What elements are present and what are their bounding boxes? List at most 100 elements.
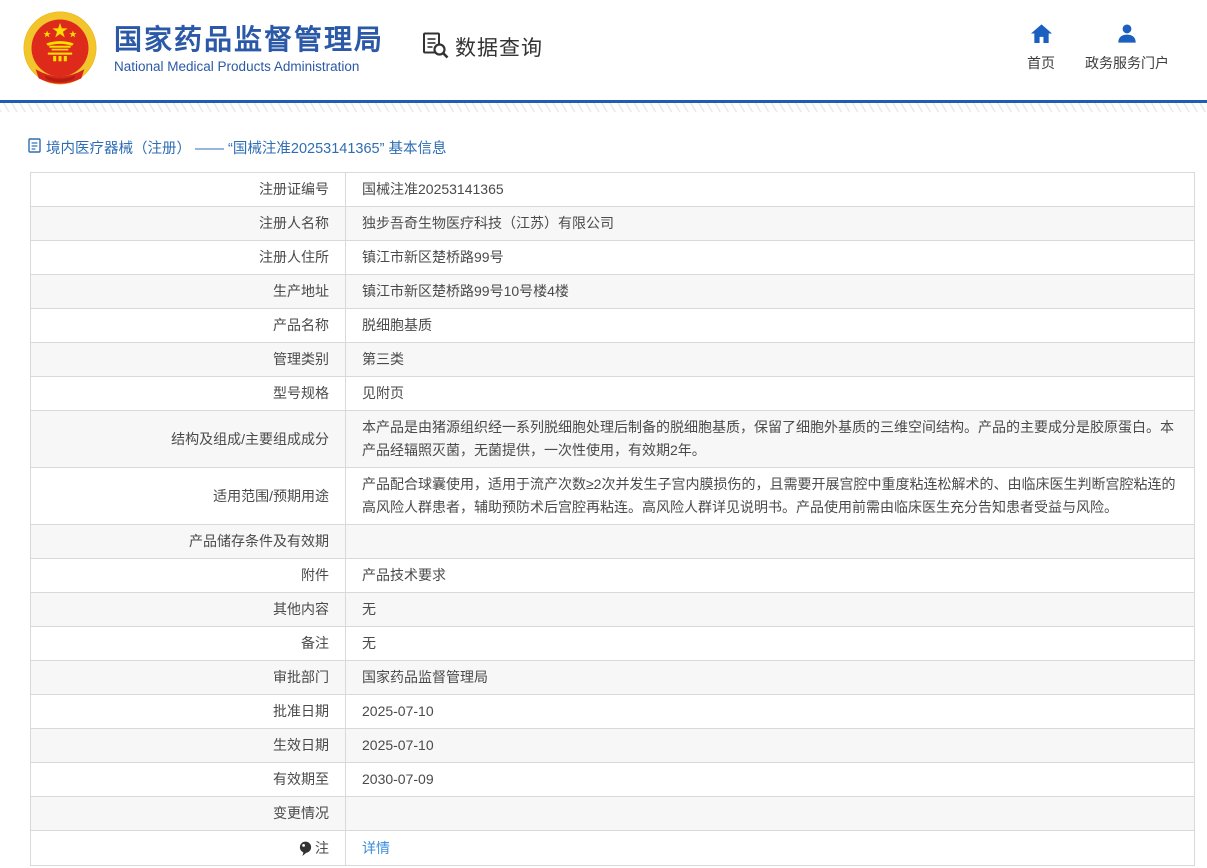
table-row: 结构及组成/主要组成成分 本产品是由猪源组织经一系列脱细胞处理后制备的脱细胞基质，… [31, 411, 1194, 468]
nav-item-portal-label: 政务服务门户 [1085, 53, 1169, 73]
row-value: 镇江市新区楚桥路99号10号楼4楼 [346, 275, 1194, 308]
table-row: 产品储存条件及有效期 [31, 525, 1194, 559]
hatch-band [0, 103, 1207, 112]
detail-link[interactable]: 详情 [362, 837, 390, 860]
row-value: 见附页 [346, 377, 1194, 410]
table-row: 产品名称 脱细胞基质 [31, 309, 1194, 343]
table-row: 备注无 [31, 627, 1194, 661]
row-label-text: 注册人名称 [259, 212, 329, 235]
row-value: 2025-07-10 [346, 729, 1194, 762]
table-row: 型号规格 见附页 [31, 377, 1194, 411]
row-label-text: 产品名称 [273, 314, 329, 337]
row-label-text: 生效日期 [273, 734, 329, 757]
table-row: 附件 产品技术要求 [31, 559, 1194, 593]
nav-item-home-label: 首页 [1027, 53, 1055, 73]
row-value-text: 镇江市新区楚桥路99号10号楼4楼 [362, 280, 569, 303]
row-value-text: 见附页 [362, 382, 404, 405]
row-value: 脱细胞基质 [346, 309, 1194, 342]
row-value-text: 国家药品监督管理局 [362, 666, 488, 689]
row-value-text: 2025-07-10 [362, 700, 434, 723]
row-value-text: 国械注准20253141365 [362, 178, 504, 201]
data-query-title: 数据查询 [422, 31, 543, 64]
site-header: 国家药品监督管理局 National Medical Products Admi… [0, 0, 1207, 100]
row-value: 产品配合球囊使用，适用于流产次数≥2次并发生子宫内膜损伤的，且需要开展宫腔中重度… [346, 468, 1194, 524]
table-row: 审批部门 国家药品监督管理局 [31, 661, 1194, 695]
row-label: 产品名称 [31, 309, 346, 342]
row-label: 附件 [31, 559, 346, 592]
row-value: 无 [346, 627, 1194, 660]
org-name-cn: 国家药品监督管理局 [114, 23, 384, 57]
row-label-text: 变更情况 [273, 802, 329, 825]
table-row: 有效期至 2030-07-09 [31, 763, 1194, 797]
row-value-text: 无 [362, 632, 376, 655]
nav-item-home[interactable]: 首页 [1027, 23, 1055, 73]
row-label: 注册人住所 [31, 241, 346, 274]
row-value-text: 产品技术要求 [362, 564, 446, 587]
nmpa-logo-link[interactable]: 国家药品监督管理局 National Medical Products Admi… [22, 10, 384, 91]
row-label: 型号规格 [31, 377, 346, 410]
row-value [346, 525, 1194, 558]
row-label: 变更情况 [31, 797, 346, 830]
page-icon [28, 138, 41, 158]
row-label: 备注 [31, 627, 346, 660]
table-row: 批准日期 2025-07-10 [31, 695, 1194, 729]
row-value: 国械注准20253141365 [346, 173, 1194, 206]
table-row: 变更情况 [31, 797, 1194, 831]
row-label-text: 管理类别 [273, 348, 329, 371]
table-row: 适用范围/预期用途产品配合球囊使用，适用于流产次数≥2次并发生子宫内膜损伤的，且… [31, 468, 1194, 525]
row-label: 生效日期 [31, 729, 346, 762]
row-value: 镇江市新区楚桥路99号 [346, 241, 1194, 274]
row-value: 2030-07-09 [346, 763, 1194, 796]
table-row: 生产地址 镇江市新区楚桥路99号10号楼4楼 [31, 275, 1194, 309]
row-value: 独步吾奇生物医疗科技（江苏）有限公司 [346, 207, 1194, 240]
home-icon [1030, 23, 1053, 49]
row-label-text: 注册人住所 [259, 246, 329, 269]
row-value: 第三类 [346, 343, 1194, 376]
table-row: 注册证编号 国械注准20253141365 [31, 173, 1194, 207]
row-value: 本产品是由猪源组织经一系列脱细胞处理后制备的脱细胞基质，保留了细胞外基质的三维空… [346, 411, 1194, 467]
row-value-text: 脱细胞基质 [362, 314, 432, 337]
data-query-label: 数据查询 [455, 32, 543, 62]
row-value [346, 797, 1194, 830]
org-name-en: National Medical Products Administration [114, 57, 384, 77]
row-value: 国家药品监督管理局 [346, 661, 1194, 694]
breadcrumb-text: 境内医疗器械（注册） —— “国械注准20253141365” 基本信息 [46, 137, 446, 158]
info-table: 注册证编号 国械注准20253141365 注册人名称 独步吾奇生物医疗科技（江苏）有… [30, 172, 1195, 866]
table-row: 注册人名称 独步吾奇生物医疗科技（江苏）有限公司 [31, 207, 1194, 241]
table-row: 其他内容 无 [31, 593, 1194, 627]
row-label: 注册证编号 [31, 173, 346, 206]
row-value-text: 产品配合球囊使用，适用于流产次数≥2次并发生子宫内膜损伤的，且需要开展宫腔中重度… [362, 473, 1178, 519]
row-value-text: 独步吾奇生物医疗科技（江苏）有限公司 [362, 212, 614, 235]
note-balloon-icon [299, 841, 312, 857]
user-icon [1116, 23, 1138, 49]
row-label-text: 附件 [301, 564, 329, 587]
table-row: 注详情 [31, 831, 1194, 865]
row-label-text: 生产地址 [273, 280, 329, 303]
row-label-text: 产品储存条件及有效期 [189, 530, 329, 553]
table-row: 管理类别第三类 [31, 343, 1194, 377]
row-value-text: 2025-07-10 [362, 734, 434, 757]
row-label: 注册人名称 [31, 207, 346, 240]
row-label-text: 有效期至 [273, 768, 329, 791]
row-value-text: 本产品是由猪源组织经一系列脱细胞处理后制备的脱细胞基质，保留了细胞外基质的三维空… [362, 416, 1178, 462]
row-label: 结构及组成/主要组成成分 [31, 411, 346, 467]
nav-item-portal[interactable]: 政务服务门户 [1085, 23, 1169, 73]
national-emblem-icon [22, 10, 98, 91]
row-label: 管理类别 [31, 343, 346, 376]
row-label: 注 [31, 831, 346, 865]
table-row: 注册人住所镇江市新区楚桥路99号 [31, 241, 1194, 275]
row-value: 无 [346, 593, 1194, 626]
row-label-text: 注册证编号 [259, 178, 329, 201]
document-search-icon [422, 31, 449, 64]
row-label-text: 其他内容 [273, 598, 329, 621]
row-label: 批准日期 [31, 695, 346, 728]
row-value-text: 无 [362, 598, 376, 621]
table-row: 生效日期 2025-07-10 [31, 729, 1194, 763]
row-label-text: 批准日期 [273, 700, 329, 723]
row-value: 2025-07-10 [346, 695, 1194, 728]
row-label: 其他内容 [31, 593, 346, 626]
row-value: 详情 [346, 831, 1194, 865]
row-label-text: 型号规格 [273, 382, 329, 405]
row-label-text: 结构及组成/主要组成成分 [171, 428, 329, 451]
row-label-text: 审批部门 [273, 666, 329, 689]
